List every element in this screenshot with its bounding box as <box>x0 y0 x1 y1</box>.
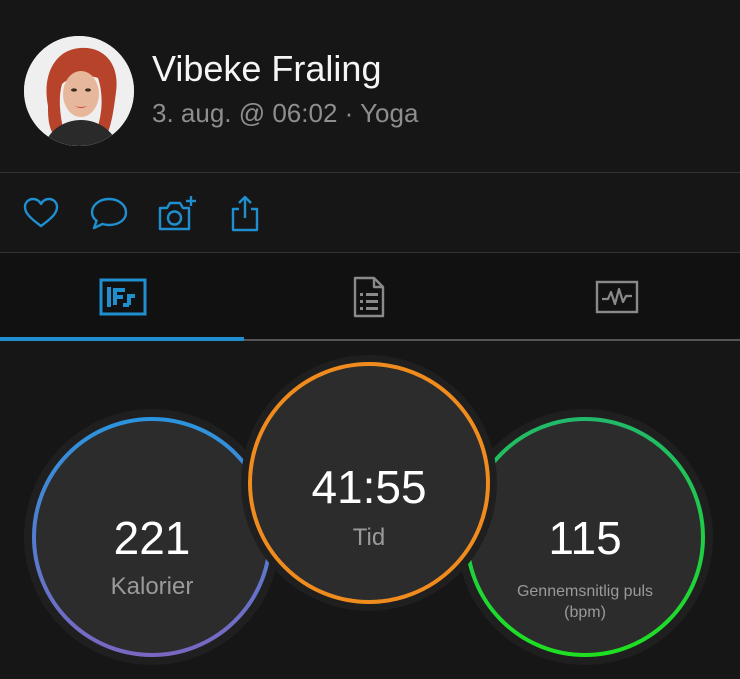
calories-value: 221 <box>113 512 191 564</box>
share-button[interactable] <box>224 193 266 235</box>
heart-rate-value: 115 <box>548 512 622 564</box>
heart-rate-label: Gennemsnitlig puls <box>516 583 654 600</box>
heart-rate-stat[interactable]: 115 Gennemsnitlig puls (bpm) <box>467 419 703 655</box>
tab-details[interactable] <box>246 253 492 341</box>
share-icon <box>231 195 259 232</box>
like-button[interactable] <box>20 193 62 235</box>
action-bar <box>0 173 740 253</box>
activity-stats-icon <box>99 278 147 316</box>
tab-bar <box>0 253 740 341</box>
comment-icon <box>90 197 128 230</box>
tab-stats[interactable] <box>0 253 246 341</box>
avatar[interactable] <box>24 36 134 146</box>
meta-separator: · <box>344 98 354 128</box>
time-label: Tid <box>352 524 386 551</box>
stats-panel: 221 Kalorier 115 Gennemsnitlig puls (bpm… <box>0 341 740 679</box>
activity-type: Yoga <box>360 98 419 128</box>
activity-date: 3. aug. @ 06:02 <box>152 98 338 128</box>
tab-charts[interactable] <box>494 253 740 341</box>
camera-add-icon <box>158 196 196 231</box>
chart-icon <box>595 280 639 314</box>
details-list-icon <box>353 276 385 318</box>
time-stat[interactable]: 41:55 Tid <box>250 364 488 602</box>
calories-label: Kalorier <box>110 573 194 600</box>
activity-meta: 3. aug. @ 06:02 · Yoga <box>152 98 418 129</box>
heart-rate-unit: (bpm) <box>564 604 606 621</box>
time-value: 41:55 <box>311 461 427 513</box>
comment-button[interactable] <box>88 193 130 235</box>
add-photo-button[interactable] <box>156 193 198 235</box>
activity-header: Vibeke Fraling 3. aug. @ 06:02 · Yoga <box>0 0 740 172</box>
heart-icon <box>23 197 59 228</box>
user-name[interactable]: Vibeke Fraling <box>152 48 381 90</box>
calories-stat[interactable]: 221 Kalorier <box>34 419 270 655</box>
